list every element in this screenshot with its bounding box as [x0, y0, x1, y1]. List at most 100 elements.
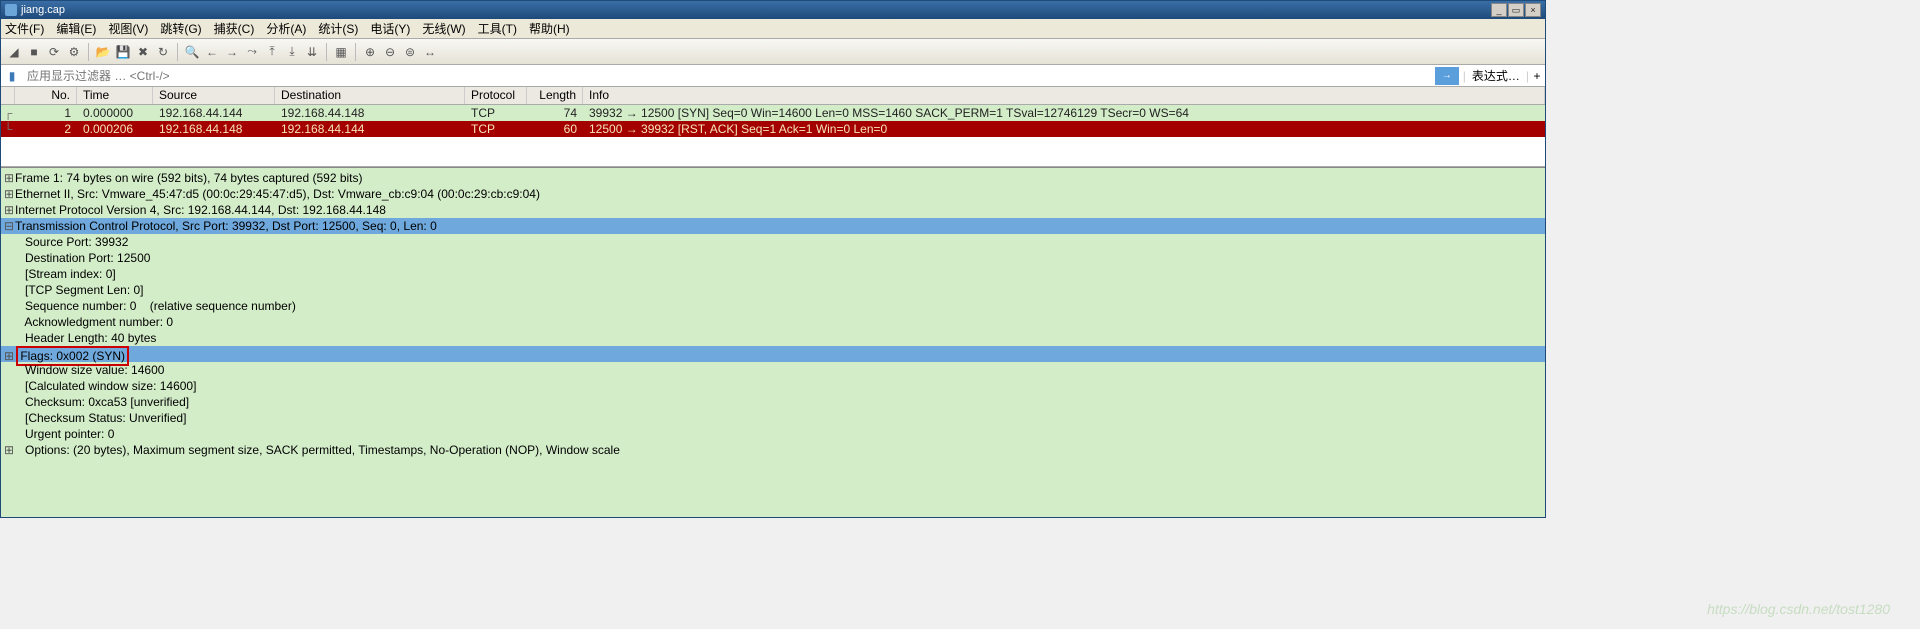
tree-tcp-calcwin[interactable]: [Calculated window size: 14600] — [1, 378, 1545, 394]
go-back-icon[interactable]: ← — [203, 43, 221, 61]
related-packet-indicator: └ — [1, 122, 15, 136]
cell-protocol: TCP — [465, 122, 527, 136]
col-protocol[interactable]: Protocol — [465, 87, 527, 104]
packet-row[interactable]: └ 2 0.000206 192.168.44.148 192.168.44.1… — [1, 121, 1545, 137]
apply-filter-button[interactable]: → — [1435, 67, 1459, 85]
minimize-button[interactable]: _ — [1491, 3, 1507, 17]
display-filter-input[interactable] — [23, 66, 1431, 86]
maximize-button[interactable]: ▭ — [1508, 3, 1524, 17]
add-filter-button[interactable]: + — [1529, 69, 1545, 83]
close-button[interactable]: × — [1525, 3, 1541, 17]
stop-capture-icon[interactable]: ■ — [25, 43, 43, 61]
expand-icon[interactable]: ⊞ — [3, 442, 15, 458]
auto-scroll-icon[interactable]: ⇊ — [303, 43, 321, 61]
tree-tcp-checksum-status[interactable]: [Checksum Status: Unverified] — [1, 410, 1545, 426]
tree-tcp-winsize[interactable]: Window size value: 14600 — [1, 362, 1545, 378]
go-last-icon[interactable]: ⤓ — [283, 43, 301, 61]
toolbar-divider — [355, 43, 356, 61]
cell-protocol: TCP — [465, 106, 527, 120]
packet-row[interactable]: ┌ 1 0.000000 192.168.44.144 192.168.44.1… — [1, 105, 1545, 121]
tree-tcp-seglen[interactable]: [TCP Segment Len: 0] — [1, 282, 1545, 298]
zoom-reset-icon[interactable]: ⊜ — [401, 43, 419, 61]
related-packet-indicator: ┌ — [1, 106, 15, 120]
start-capture-icon[interactable]: ◢ — [5, 43, 23, 61]
cell-source: 192.168.44.148 — [153, 122, 275, 136]
menu-file[interactable]: 文件(F) — [5, 20, 44, 37]
capture-options-icon[interactable]: ⚙ — [65, 43, 83, 61]
tree-tcp-srcport[interactable]: Source Port: 39932 — [1, 234, 1545, 250]
tree-tcp-options[interactable]: ⊞ Options: (20 bytes), Maximum segment s… — [1, 442, 1545, 458]
reload-icon[interactable]: ↻ — [154, 43, 172, 61]
cell-info: 39932 → 12500 [SYN] Seq=0 Win=14600 Len=… — [583, 106, 1545, 120]
packet-details-pane: ⊞Frame 1: 74 bytes on wire (592 bits), 7… — [1, 167, 1545, 517]
col-destination[interactable]: Destination — [275, 87, 465, 104]
menu-view[interactable]: 视图(V) — [108, 20, 148, 37]
col-time[interactable]: Time — [77, 87, 153, 104]
col-length[interactable]: Length — [527, 87, 583, 104]
go-to-packet-icon[interactable]: ⤳ — [243, 43, 261, 61]
tree-ethernet[interactable]: ⊞Ethernet II, Src: Vmware_45:47:d5 (00:0… — [1, 186, 1545, 202]
restart-capture-icon[interactable]: ⟳ — [45, 43, 63, 61]
col-no[interactable]: No. — [15, 87, 77, 104]
close-file-icon[interactable]: ✖ — [134, 43, 152, 61]
cell-info: 12500 → 39932 [RST, ACK] Seq=1 Ack=1 Win… — [583, 122, 1545, 136]
expand-icon[interactable]: ⊞ — [3, 202, 15, 218]
toolbar-divider — [326, 43, 327, 61]
tree-tcp[interactable]: ⊟Transmission Control Protocol, Src Port… — [1, 218, 1545, 234]
bookmark-filter-icon[interactable]: ▮ — [3, 67, 21, 85]
col-info[interactable]: Info — [583, 87, 1545, 104]
tree-tcp-ack[interactable]: Acknowledgment number: 0 — [1, 314, 1545, 330]
menu-tools[interactable]: 工具(T) — [478, 20, 517, 37]
colorize-icon[interactable]: ▦ — [332, 43, 350, 61]
window-title: jiang.cap — [21, 4, 65, 16]
packet-list-empty-area — [1, 137, 1545, 167]
collapse-icon[interactable]: ⊟ — [3, 218, 15, 234]
menu-capture[interactable]: 捕获(C) — [214, 20, 255, 37]
go-forward-icon[interactable]: → — [223, 43, 241, 61]
open-file-icon[interactable]: 📂 — [94, 43, 112, 61]
menu-help[interactable]: 帮助(H) — [529, 20, 570, 37]
expression-button[interactable]: 表达式… — [1466, 67, 1526, 84]
resize-columns-icon[interactable]: ↔ — [421, 43, 439, 61]
tree-frame[interactable]: ⊞Frame 1: 74 bytes on wire (592 bits), 7… — [1, 170, 1545, 186]
tree-tcp-hdrlen[interactable]: Header Length: 40 bytes — [1, 330, 1545, 346]
packet-list-pane: No. Time Source Destination Protocol Len… — [1, 87, 1545, 167]
cell-length: 60 — [527, 122, 583, 136]
cell-length: 74 — [527, 106, 583, 120]
tree-tcp-stream[interactable]: [Stream index: 0] — [1, 266, 1545, 282]
tree-ip[interactable]: ⊞Internet Protocol Version 4, Src: 192.1… — [1, 202, 1545, 218]
filter-bar: ▮ → | 表达式… | + — [1, 65, 1545, 87]
zoom-out-icon[interactable]: ⊖ — [381, 43, 399, 61]
save-file-icon[interactable]: 💾 — [114, 43, 132, 61]
cell-time: 0.000206 — [77, 122, 153, 136]
menu-bar: 文件(F) 编辑(E) 视图(V) 跳转(G) 捕获(C) 分析(A) 统计(S… — [1, 19, 1545, 39]
col-source[interactable]: Source — [153, 87, 275, 104]
tree-tcp-flags[interactable]: ⊞ Flags: 0x002 (SYN) — [1, 346, 1545, 362]
packet-list-header: No. Time Source Destination Protocol Len… — [1, 87, 1545, 105]
zoom-in-icon[interactable]: ⊕ — [361, 43, 379, 61]
toolbar-divider — [177, 43, 178, 61]
menu-statistics[interactable]: 统计(S) — [318, 20, 358, 37]
cell-time: 0.000000 — [77, 106, 153, 120]
find-packet-icon[interactable]: 🔍 — [183, 43, 201, 61]
cell-destination: 192.168.44.148 — [275, 106, 465, 120]
go-first-icon[interactable]: ⤒ — [263, 43, 281, 61]
toolbar-divider — [88, 43, 89, 61]
cell-no: 2 — [15, 122, 77, 136]
expand-icon[interactable]: ⊞ — [3, 186, 15, 202]
cell-no: 1 — [15, 106, 77, 120]
expand-icon[interactable]: ⊞ — [3, 170, 15, 186]
title-bar: jiang.cap _ ▭ × — [1, 1, 1545, 19]
menu-analyze[interactable]: 分析(A) — [266, 20, 306, 37]
toolbar: ◢ ■ ⟳ ⚙ 📂 💾 ✖ ↻ 🔍 ← → ⤳ ⤒ ⤓ ⇊ ▦ ⊕ ⊖ ⊜ ↔ — [1, 39, 1545, 65]
tree-tcp-seq[interactable]: Sequence number: 0 (relative sequence nu… — [1, 298, 1545, 314]
tree-tcp-dstport[interactable]: Destination Port: 12500 — [1, 250, 1545, 266]
cell-destination: 192.168.44.144 — [275, 122, 465, 136]
menu-telephony[interactable]: 电话(Y) — [370, 20, 410, 37]
cell-source: 192.168.44.144 — [153, 106, 275, 120]
tree-tcp-urgptr[interactable]: Urgent pointer: 0 — [1, 426, 1545, 442]
tree-tcp-checksum[interactable]: Checksum: 0xca53 [unverified] — [1, 394, 1545, 410]
menu-edit[interactable]: 编辑(E) — [56, 20, 96, 37]
menu-go[interactable]: 跳转(G) — [160, 20, 201, 37]
menu-wireless[interactable]: 无线(W) — [422, 20, 465, 37]
